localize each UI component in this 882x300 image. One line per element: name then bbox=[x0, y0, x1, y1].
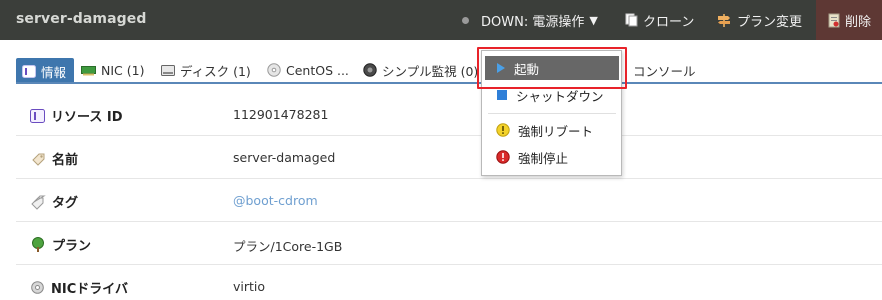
tab-simple-monitor[interactable]: シンプル監視 (0) bbox=[363, 58, 478, 82]
info-card-icon bbox=[22, 64, 36, 78]
signpost-icon bbox=[718, 14, 730, 27]
name-label: 名前 bbox=[52, 153, 79, 168]
tab-info-label: 情報 bbox=[41, 64, 67, 80]
gear-icon bbox=[31, 281, 44, 294]
server-detail-page: server-damaged DOWN: 電源操作 ▼ クローン プラン変更 削… bbox=[0, 0, 882, 300]
tags-icon bbox=[31, 195, 46, 210]
error-icon bbox=[496, 150, 510, 164]
server-title: server-damaged bbox=[16, 11, 147, 27]
tab-info[interactable]: 情報 bbox=[16, 58, 74, 84]
name-tag-icon bbox=[32, 153, 45, 166]
tab-monitor-label: シンプル監視 (0) bbox=[382, 63, 479, 79]
tab-iso-label: CentOS ... bbox=[286, 62, 349, 78]
server-header-bar: server-damaged DOWN: 電源操作 ▼ クローン プラン変更 削… bbox=[0, 0, 882, 40]
info-row-tags: タグ @boot-cdrom bbox=[16, 179, 882, 222]
plan-label-group: プラン bbox=[30, 235, 91, 254]
resource-id-label: リソース ID bbox=[51, 110, 123, 125]
info-row-resource-id: リソース ID 112901478281 bbox=[16, 93, 882, 136]
nic-driver-label: NICドライバ bbox=[51, 282, 128, 297]
info-row-name: 名前 server-damaged bbox=[16, 136, 882, 179]
info-row-plan: プラン プラン/1Core-1GB bbox=[16, 222, 882, 265]
detail-tabs: 情報 NIC (1) ディスク (1) CentOS ... シンプル監視 (0… bbox=[16, 58, 882, 84]
highlight-box bbox=[477, 47, 627, 89]
tag-link[interactable]: @boot-cdrom bbox=[233, 193, 318, 208]
resource-id-label-group: リソース ID bbox=[30, 106, 123, 125]
cd-icon bbox=[267, 63, 281, 77]
plan-change-button[interactable]: プラン変更 bbox=[716, 10, 802, 30]
tags-label-group: タグ bbox=[30, 192, 78, 211]
warning-icon bbox=[496, 123, 510, 137]
plan-change-label: プラン変更 bbox=[737, 14, 803, 30]
nic-card-icon bbox=[81, 66, 96, 76]
menu-item-stop-label: 強制停止 bbox=[518, 150, 569, 166]
info-table: リソース ID 112901478281 名前 server-damaged タ… bbox=[16, 93, 882, 300]
tags-label: タグ bbox=[52, 196, 79, 211]
menu-item-reboot-label: 強制リブート bbox=[518, 123, 594, 139]
tab-nic-label: NIC (1) bbox=[101, 62, 145, 78]
power-status-label: DOWN: 電源操作 bbox=[481, 14, 585, 30]
nic-driver-label-group: NICドライバ bbox=[30, 278, 128, 297]
id-card-icon bbox=[30, 108, 45, 123]
plan-value: プラン/1Core-1GB bbox=[233, 239, 343, 254]
disk-icon bbox=[161, 64, 175, 76]
copy-icon bbox=[625, 13, 638, 27]
name-label-group: 名前 bbox=[30, 149, 78, 168]
monitor-gauge-icon bbox=[363, 63, 377, 77]
caret-down-icon: ▼ bbox=[589, 13, 598, 27]
name-value: server-damaged bbox=[233, 150, 336, 165]
menu-separator bbox=[488, 113, 616, 114]
clone-button[interactable]: クローン bbox=[625, 10, 694, 30]
delete-label: 削除 bbox=[845, 14, 872, 30]
menu-item-force-stop[interactable]: 強制停止 bbox=[482, 145, 621, 169]
tab-disk[interactable]: ディスク (1) bbox=[161, 58, 251, 82]
tabs-underline bbox=[16, 82, 882, 84]
stop-square-icon bbox=[497, 90, 507, 100]
tab-console-label: コンソール bbox=[633, 63, 696, 79]
tab-console[interactable]: コンソール bbox=[633, 58, 696, 82]
plan-label: プラン bbox=[52, 239, 92, 254]
resource-id-value: 112901478281 bbox=[233, 107, 329, 122]
clone-label: クローン bbox=[643, 14, 695, 30]
nic-driver-value: virtio bbox=[233, 279, 266, 294]
delete-button[interactable]: 削除 bbox=[828, 10, 871, 30]
tab-iso-image[interactable]: CentOS ... bbox=[267, 58, 349, 82]
power-operation-button[interactable]: DOWN: 電源操作 ▼ bbox=[462, 12, 598, 30]
menu-item-force-reboot[interactable]: 強制リブート bbox=[482, 118, 621, 142]
tab-disk-label: ディスク (1) bbox=[180, 63, 251, 79]
info-row-nic-driver: NICドライバ virtio bbox=[16, 265, 882, 300]
tab-nic[interactable]: NIC (1) bbox=[81, 58, 144, 82]
status-dot-icon bbox=[462, 16, 469, 24]
delete-document-icon bbox=[828, 13, 840, 27]
tree-icon bbox=[32, 236, 44, 252]
